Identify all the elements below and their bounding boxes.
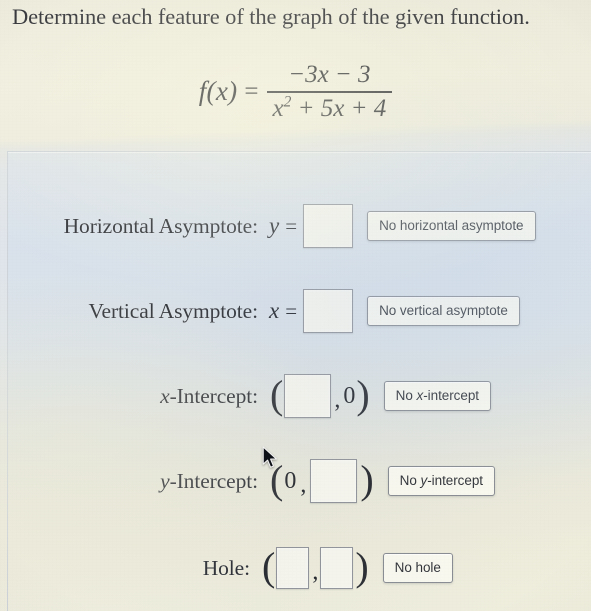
horizontal-asymptote-variable: y [269,213,280,238]
formula-equals: = [244,77,259,105]
x-intercept-close-paren: ) [356,371,370,417]
horizontal-asymptote-input[interactable] [303,204,354,248]
no-horizontal-asymptote-button[interactable]: No horizontal asymptote [367,210,536,242]
vertical-asymptote-equals: = [285,298,298,323]
vertical-asymptote-input[interactable] [303,289,354,333]
formula-denominator: x2 + 5x + 4 [272,93,387,122]
vertical-asymptote-variable: x [269,298,280,323]
no-x-intercept-button[interactable]: No x-intercept [383,380,491,412]
y-intercept-comma: , [300,471,307,498]
hole-x-input[interactable] [276,547,310,589]
formula-fraction: −3x − 3 x2 + 5x + 4 [266,60,393,123]
x-intercept-fixed-value: 0 [343,382,356,409]
x-intercept-label: x-Intercept: [160,383,258,408]
horizontal-asymptote-label: Horizontal Asymptote: [63,213,258,238]
horizontal-asymptote-equals: = [285,213,298,238]
x-intercept-comma: , [334,386,341,413]
hole-open-paren: ( [262,543,276,589]
formula-lhs: f(x) [198,76,238,106]
x-intercept-input[interactable] [284,374,332,418]
no-y-intercept-button[interactable]: No y-intercept [387,465,495,497]
y-intercept-fixed-value: 0 [284,467,297,494]
hole-label: Hole: [202,555,250,580]
function-formula: f(x) = −3x − 3 x2 + 5x + 4 [0,60,591,123]
row-horizontal-asymptote: Horizontal Asymptote: y = No horizontal … [20,204,536,248]
hole-y-input[interactable] [320,547,354,589]
vertical-asymptote-label: Vertical Asymptote: [88,298,259,323]
answer-panel: Horizontal Asymptote: y = No horizontal … [7,151,591,611]
row-vertical-asymptote: Vertical Asymptote: x = No vertical asym… [20,289,520,333]
y-intercept-close-paren: ) [360,456,374,502]
hole-comma: , [312,558,319,585]
formula-numerator: −3x − 3 [288,61,371,88]
y-intercept-open-paren: ( [270,456,284,502]
no-hole-button[interactable]: No hole [382,552,453,584]
no-vertical-asymptote-button[interactable]: No vertical asymptote [367,295,520,327]
row-hole: Hole: ( , ) No hole [20,543,453,589]
x-intercept-open-paren: ( [270,371,284,417]
row-x-intercept: x-Intercept: ( , 0 ) No x-intercept [20,374,491,418]
hole-close-paren: ) [355,543,369,589]
row-y-intercept: y-Intercept: ( 0 , ) No y-intercept [20,459,495,503]
page-title: Determine each feature of the graph of t… [12,4,530,29]
y-intercept-input[interactable] [310,459,358,503]
y-intercept-label: y-Intercept: [160,468,258,493]
